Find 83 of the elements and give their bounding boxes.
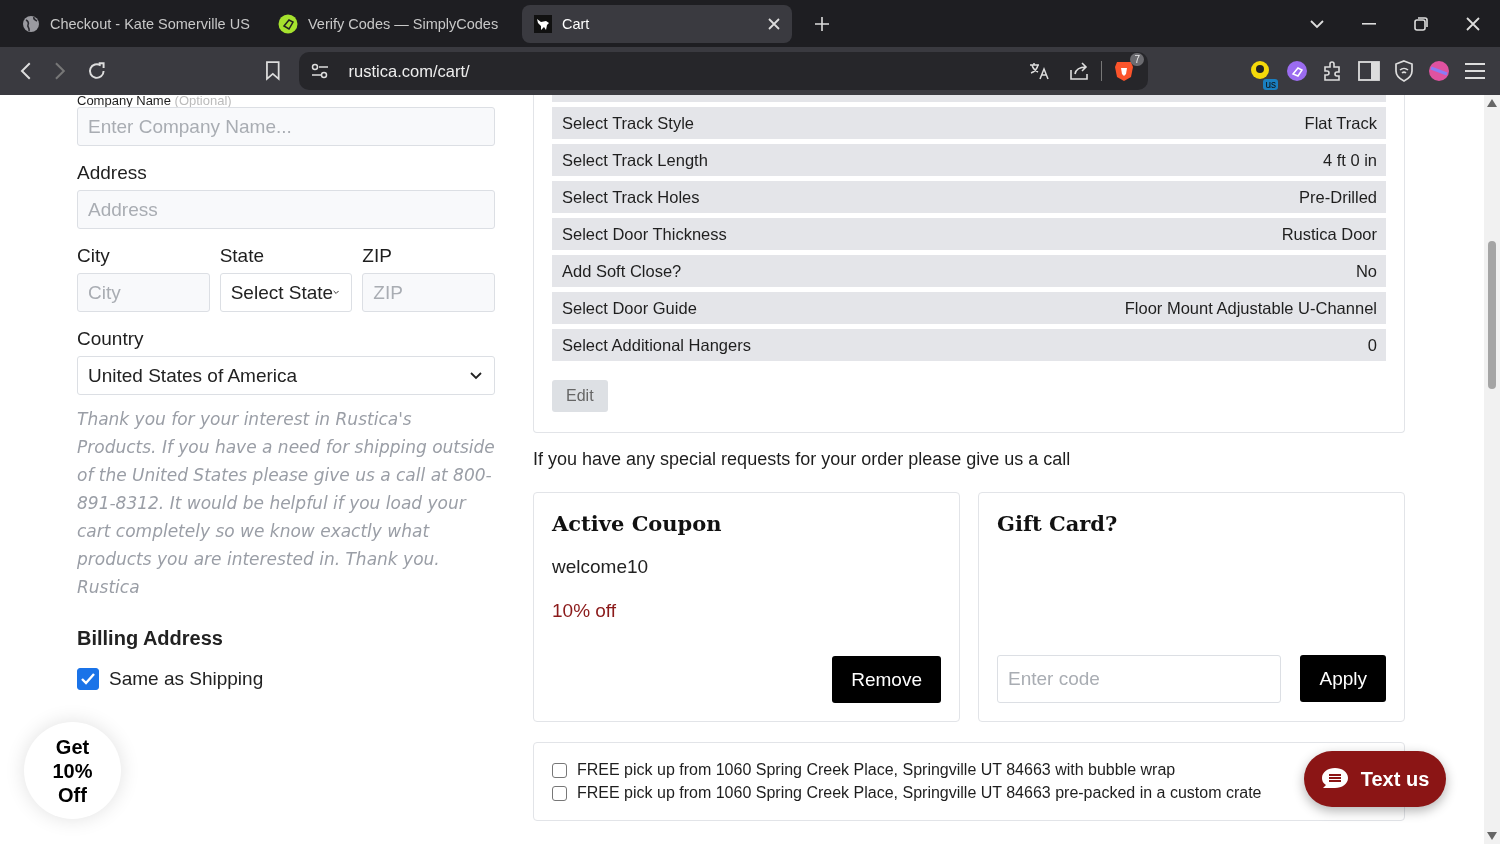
site-settings-icon[interactable] (310, 63, 329, 79)
tag-icon[interactable] (1286, 60, 1308, 82)
option-label: Select Track Holes (562, 187, 700, 207)
card-title: Active Coupon (552, 511, 723, 536)
horse-logo-icon (534, 14, 552, 33)
edit-button[interactable]: Edit (552, 380, 608, 412)
scrollbar-thumb[interactable] (1488, 241, 1496, 389)
wallet-orb-icon[interactable] (1428, 60, 1450, 82)
browser-tab[interactable]: Verify Codes — SimplyCodes (266, 4, 522, 43)
checkbox[interactable] (552, 762, 567, 778)
lion-shield-icon[interactable] (1114, 60, 1134, 82)
special-requests-text: If you have any special requests for your order please give us a call (533, 449, 1072, 470)
back-icon[interactable] (20, 61, 32, 81)
address-bar[interactable]: rustica.com/cart/ 7 (298, 52, 1148, 90)
section-heading: Billing Address (77, 627, 224, 650)
option-value: Floor Mount Adjustable U-Channel (1124, 298, 1377, 318)
chevron-down-icon[interactable] (1310, 18, 1324, 29)
option-label: Select Door Thickness (562, 224, 727, 244)
city-field[interactable]: City (77, 273, 210, 312)
checkbox[interactable] (77, 668, 99, 690)
same-as-shipping-checkbox[interactable]: Same as Shipping (77, 668, 495, 690)
company-name-field[interactable]: Enter Company Name... (77, 107, 495, 146)
count-badge: 7 (1130, 53, 1144, 66)
close-icon[interactable] (1466, 16, 1480, 31)
option-label: Select Additional Hangers (562, 335, 751, 355)
shipping-option[interactable]: FREE pick up from 1060 Spring Creek Place, Springville UT 84663 with bubble wrap (552, 761, 1176, 779)
close-icon[interactable] (768, 17, 780, 30)
chat-icon (1320, 767, 1349, 791)
scrollbar[interactable] (1484, 95, 1500, 844)
option-value: Pre-Drilled (1299, 187, 1377, 207)
share-icon[interactable] (1069, 62, 1089, 80)
caret-icon (333, 289, 340, 296)
zip-field[interactable]: ZIP (362, 273, 495, 312)
coupon-code: welcome10 (552, 556, 650, 578)
country-dropdown[interactable]: United States of America (77, 356, 495, 395)
option-label: Select Track Length (562, 150, 708, 170)
browser-tab[interactable]: Checkout - Kate Somerville US (10, 4, 266, 43)
address-field[interactable]: Address (77, 190, 495, 229)
menu-icon[interactable] (1464, 62, 1486, 80)
vpn-shield-icon[interactable] (1394, 60, 1414, 82)
tag-icon (278, 13, 298, 34)
option-value: Flat Track (1304, 113, 1377, 133)
field-label: Country (77, 328, 145, 350)
checkbox[interactable] (552, 785, 567, 801)
shipping-note: Thank you for your interest in Rustica's Products. If you have a need for shipping outside of the United States please give us a call at 800-891-8312. It would be helpful if you load your cart completely so we know exactly what products you are interested in. Thank you. Rustica (77, 408, 495, 599)
discount-text: 10% off (552, 600, 618, 622)
shipping-option[interactable]: FREE pick up from 1060 Spring Creek Place, Springville UT 84663 pre-packed in a custom crate (552, 784, 1262, 802)
restore-icon[interactable] (1414, 16, 1428, 31)
option-label: Add Soft Close? (562, 261, 682, 281)
check-icon (81, 673, 95, 685)
translate-icon[interactable] (1029, 62, 1049, 80)
field-label: State (219, 245, 266, 267)
forward-icon[interactable] (53, 61, 66, 81)
field-label: ZIP (362, 245, 393, 267)
option-label: Select Track Style (562, 113, 695, 133)
new-tab-icon[interactable] (814, 15, 830, 32)
option-value: 0 (1367, 335, 1377, 355)
minimize-icon[interactable] (1362, 22, 1376, 25)
option-label: Select Door Guide (562, 298, 697, 318)
card-title: Gift Card? (997, 511, 1119, 536)
sidebar-icon[interactable] (1358, 61, 1380, 81)
reload-icon[interactable] (87, 61, 107, 81)
text-us-button[interactable]: Text us (1304, 751, 1446, 807)
option-value: Rustica Door (1281, 224, 1377, 244)
apply-button[interactable]: Apply (1300, 655, 1386, 702)
scroll-up-icon[interactable] (1487, 99, 1497, 107)
field-label: Company Name (77, 95, 171, 108)
option-value: 4 ft 0 in (1322, 150, 1377, 170)
remove-button[interactable]: Remove (832, 656, 941, 703)
scroll-down-icon[interactable] (1487, 832, 1497, 840)
field-label: Address (77, 162, 148, 184)
optional-label: (Optional) (174, 95, 232, 108)
option-value: No (1355, 261, 1377, 281)
browser-tab[interactable]: Cart (522, 4, 792, 43)
region-badge: us (1263, 79, 1278, 90)
extension-icon[interactable] (1250, 60, 1272, 82)
field-label: City (77, 245, 111, 267)
state-dropdown[interactable]: Select State (219, 273, 353, 312)
globe-icon (22, 14, 40, 33)
caret-icon (470, 371, 482, 380)
bookmark-icon[interactable] (264, 61, 281, 81)
discount-badge[interactable]: Get 10% Off (24, 722, 121, 819)
gift-code-field[interactable]: Enter code (997, 655, 1281, 703)
